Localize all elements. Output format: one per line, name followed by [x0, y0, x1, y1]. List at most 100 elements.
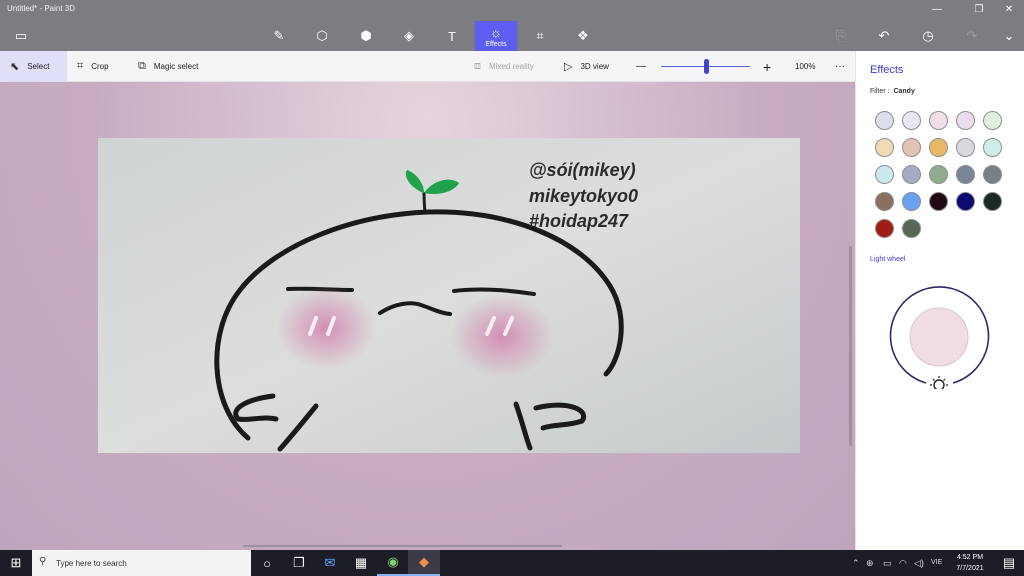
wifi-icon[interactable]: ◠ — [899, 550, 907, 576]
filter-swatch[interactable] — [983, 111, 1002, 130]
drawing-canvas[interactable] — [98, 138, 800, 453]
task-view-button[interactable]: ❐ — [283, 550, 315, 576]
filter-swatch[interactable] — [929, 192, 948, 211]
tool-2d-shapes[interactable]: ⬡ — [301, 21, 343, 51]
select-label: Select — [27, 62, 50, 71]
crop-icon: ⌗ — [77, 60, 84, 72]
redo-button[interactable]: ↷ — [957, 24, 987, 48]
undo-icon: ↶ — [878, 28, 890, 43]
drawing-artwork — [98, 138, 800, 453]
magic-select-label: Magic select — [153, 62, 199, 71]
mixed-reality-button[interactable]: ⧈ Mixed reality — [464, 51, 544, 82]
filter-swatch[interactable] — [956, 192, 975, 211]
tool-canvas[interactable]: ⌗ — [519, 21, 561, 51]
menu-button[interactable]: ▭ — [6, 24, 36, 48]
taskbar-clock[interactable]: 4:52 PM 7/7/2021 — [952, 552, 988, 574]
horizontal-scrollbar[interactable] — [243, 545, 562, 547]
start-button[interactable]: ⊞ — [0, 550, 32, 576]
history-button[interactable]: ◷ — [913, 24, 943, 48]
vertical-scrollbar[interactable] — [849, 246, 852, 446]
title-bar: Untitled* - Paint 3D — ❐ ✕ ▭ ✎ ⬡ ⬢ ◈ T ☼… — [0, 0, 1024, 51]
mixed-reality-label: Mixed reality — [489, 62, 534, 71]
chrome-icon: ◉ — [387, 554, 399, 569]
cortana-button[interactable]: ○ — [251, 550, 283, 576]
store-app[interactable]: ▦ — [345, 550, 377, 576]
light-wheel[interactable] — [888, 286, 991, 389]
cortana-icon: ○ — [263, 555, 271, 571]
search-icon: ⚲ — [39, 556, 47, 567]
filter-swatch[interactable] — [875, 192, 894, 211]
chrome-app[interactable]: ◉ — [377, 550, 409, 576]
tool-3d-library[interactable]: ❖ — [562, 21, 604, 51]
filter-swatch[interactable] — [902, 219, 921, 238]
filter-swatch[interactable] — [983, 192, 1002, 211]
paint3d-icon: ◆ — [419, 554, 429, 569]
tray-security-icon[interactable]: ⊕ — [866, 550, 874, 576]
window-title: Untitled* - Paint 3D — [7, 4, 76, 13]
expand-button[interactable]: ⌄ — [994, 24, 1024, 48]
battery-icon[interactable]: ▭ — [883, 550, 892, 576]
more-options-button[interactable]: ··· — [825, 51, 855, 82]
filter-swatch[interactable] — [956, 111, 975, 130]
notification-icon: ▤ — [1002, 555, 1016, 570]
filter-swatch[interactable] — [929, 138, 948, 157]
filter-swatch[interactable] — [983, 165, 1002, 184]
filter-swatch[interactable] — [929, 165, 948, 184]
filter-swatch[interactable] — [956, 138, 975, 157]
shapes-2d-icon: ⬡ — [316, 28, 328, 43]
zoom-in-button[interactable]: + — [753, 51, 781, 82]
filter-swatch[interactable] — [875, 165, 894, 184]
volume-icon[interactable]: ◁) — [914, 550, 924, 576]
brush-icon: ✎ — [273, 28, 285, 43]
zoom-out-button[interactable]: — — [626, 51, 656, 82]
filter-swatch[interactable] — [902, 165, 921, 184]
language-indicator[interactable]: VIE — [931, 550, 942, 576]
crop-button[interactable]: ⌗ Crop — [67, 51, 119, 82]
filter-swatch[interactable] — [902, 192, 921, 211]
undo-button[interactable]: ↶ — [869, 24, 899, 48]
tray-chevron[interactable]: ⌃ — [852, 550, 860, 576]
tool-stickers[interactable]: ◈ — [388, 21, 430, 51]
sticker-icon: ◈ — [404, 28, 414, 43]
tool-brushes[interactable]: ✎ — [258, 21, 300, 51]
zoom-level[interactable]: 100% — [785, 51, 825, 82]
cube-icon: ⬢ — [360, 28, 372, 43]
notifications-button[interactable]: ▤ — [994, 550, 1024, 576]
taskbar-search[interactable]: ⚲ Type here to search — [32, 550, 251, 576]
tool-text[interactable]: T — [431, 21, 473, 51]
paint3d-app[interactable]: ◆ — [408, 550, 440, 576]
filter-swatch[interactable] — [929, 111, 948, 130]
filter-swatch[interactable] — [875, 219, 894, 238]
watermark-line-1: @sói(mikey) — [529, 160, 636, 180]
tool-effects[interactable]: ☼ Effects — [475, 21, 517, 51]
chevron-down-icon: ⌄ — [1003, 28, 1015, 43]
close-button[interactable]: ✕ — [994, 0, 1024, 20]
crop-label: Crop — [91, 62, 109, 71]
tool-3d-shapes[interactable]: ⬢ — [345, 21, 387, 51]
filter-swatch[interactable] — [956, 165, 975, 184]
mixed-reality-icon: ⧈ — [474, 60, 481, 72]
clock-date: 7/7/2021 — [956, 565, 984, 572]
store-icon: ▦ — [354, 555, 368, 570]
paste-button[interactable]: ⎘ — [826, 24, 856, 48]
cursor-icon: ⬉ — [10, 61, 20, 73]
filter-swatch[interactable] — [902, 138, 921, 157]
task-view-icon: ❐ — [293, 555, 305, 570]
filter-swatch[interactable] — [902, 111, 921, 130]
filter-swatch[interactable] — [983, 138, 1002, 157]
select-button[interactable]: ⬉ Select — [0, 51, 67, 82]
sun-icon[interactable] — [930, 376, 948, 389]
view-3d-button[interactable]: ▷ 3D view — [554, 51, 619, 82]
zoom-slider-thumb[interactable] — [703, 59, 709, 74]
folder-icon: ▭ — [14, 28, 28, 43]
light-wheel-label: Light wheel — [870, 256, 906, 263]
maximize-button[interactable]: ❐ — [964, 0, 994, 20]
filter-swatch[interactable] — [875, 138, 894, 157]
view-3d-icon: ▷ — [564, 61, 573, 73]
filter-swatch[interactable] — [875, 111, 894, 130]
watermark-line-3: #hoidap247 — [529, 211, 629, 231]
mail-app[interactable]: ✉ — [314, 550, 346, 576]
magic-select-button[interactable]: ⧉ Magic select — [128, 51, 208, 82]
redo-icon: ↷ — [966, 28, 978, 43]
minimize-button[interactable]: — — [922, 0, 952, 20]
